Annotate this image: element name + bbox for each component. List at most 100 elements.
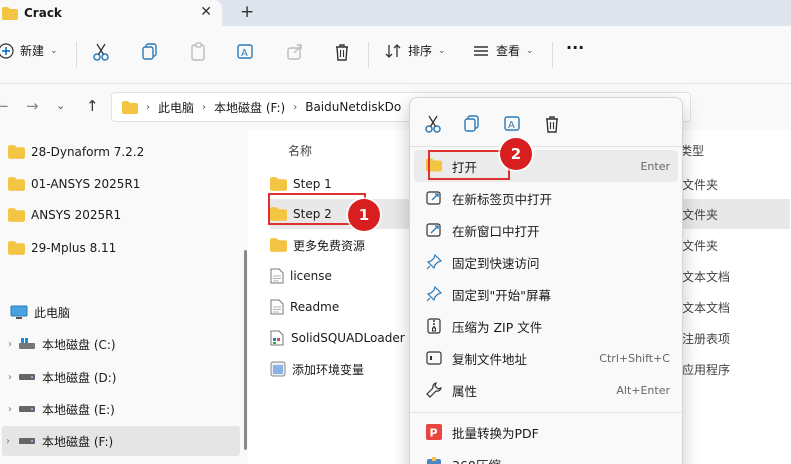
menu-item-copy-path[interactable]: 复制文件地址 Ctrl+Shift+C bbox=[414, 342, 678, 374]
nav-item-this-pc[interactable]: 此电脑 bbox=[10, 297, 248, 327]
delete-icon[interactable] bbox=[333, 42, 351, 62]
menu-item-label: 复制文件地址 bbox=[452, 351, 528, 367]
new-tab-icon bbox=[426, 191, 441, 205]
file-type: 文本文档 bbox=[682, 300, 731, 315]
chevron-down-icon: ⌄ bbox=[50, 45, 58, 56]
open-highlight-box bbox=[428, 150, 510, 180]
nav-item-label: 28-Dynaform 7.2.2 bbox=[31, 145, 145, 159]
menu-item-compress-zip[interactable]: 压缩为 ZIP 文件 bbox=[414, 310, 678, 342]
chevron-right-icon[interactable]: › bbox=[8, 339, 12, 350]
menu-item-batch-pdf[interactable]: P 批量转换为PDF bbox=[414, 416, 678, 448]
more-options-button[interactable]: ··· bbox=[566, 38, 584, 57]
folder-icon bbox=[8, 241, 25, 255]
file-type: 应用程序 bbox=[682, 362, 731, 377]
nav-item-drive-f[interactable]: › 本地磁盘 (F:) bbox=[2, 426, 240, 456]
menu-item-shortcut: Alt+Enter bbox=[616, 383, 670, 397]
cut-icon[interactable] bbox=[92, 42, 110, 62]
nav-item-drive-d[interactable]: › 本地磁盘 (D:) bbox=[8, 362, 248, 392]
up-arrow-icon[interactable]: ↑ bbox=[86, 97, 99, 115]
rename-icon[interactable]: A bbox=[236, 42, 256, 62]
new-tab-button[interactable]: + bbox=[240, 2, 254, 22]
nav-item-label: ANSYS 2025R1 bbox=[31, 208, 122, 222]
back-arrow-icon[interactable]: ← bbox=[0, 97, 9, 115]
breadcrumb-this-pc[interactable]: 此电脑 bbox=[158, 99, 194, 116]
app-icon bbox=[270, 361, 286, 377]
navigation-pane: 28-Dynaform 7.2.2 01-ANSYS 2025R1 ANSYS … bbox=[0, 130, 248, 464]
breadcrumb-separator-icon: › bbox=[146, 101, 150, 113]
file-name: 更多免费资源 bbox=[293, 238, 366, 253]
file-type: 文件夹 bbox=[682, 177, 719, 192]
breadcrumb-baidunetdisk[interactable]: BaiduNetdiskDo bbox=[305, 100, 401, 114]
toolbar-divider bbox=[552, 42, 553, 68]
breadcrumb-drive-f[interactable]: 本地磁盘 (F:) bbox=[214, 99, 285, 116]
chevron-down-icon: ⌄ bbox=[438, 45, 446, 56]
file-type: 文本文档 bbox=[682, 269, 731, 284]
zip-icon bbox=[427, 318, 441, 334]
nav-item-dynaform[interactable]: 28-Dynaform 7.2.2 bbox=[8, 137, 246, 167]
drive-icon bbox=[19, 438, 35, 444]
menu-item-360-compress[interactable]: 360压缩 bbox=[414, 448, 678, 464]
new-button[interactable]: 新建 ⌄ bbox=[0, 42, 58, 59]
view-button[interactable]: 查看 ⌄ bbox=[472, 42, 534, 59]
drive-icon bbox=[19, 406, 35, 412]
nav-item-mplus[interactable]: 29-Mplus 8.11 bbox=[8, 233, 246, 263]
cut-icon[interactable] bbox=[424, 114, 442, 134]
text-file-icon bbox=[270, 299, 284, 315]
file-name: Step 1 bbox=[293, 177, 332, 191]
svg-text:A: A bbox=[241, 48, 248, 59]
callout-badge-step2: 1 bbox=[348, 199, 380, 231]
nav-item-ansys[interactable]: ANSYS 2025R1 bbox=[8, 200, 246, 230]
nav-item-label: 本地磁盘 (E:) bbox=[42, 402, 115, 417]
menu-divider bbox=[410, 146, 682, 147]
menu-item-shortcut: Enter bbox=[640, 159, 670, 173]
column-header-name[interactable]: 名称 bbox=[288, 142, 312, 159]
pin-icon bbox=[426, 254, 442, 270]
sort-button[interactable]: 排序 ⌄ bbox=[384, 42, 446, 59]
nav-item-drive-e[interactable]: › 本地磁盘 (E:) bbox=[8, 394, 248, 424]
share-icon[interactable] bbox=[286, 42, 304, 62]
plus-circle-icon bbox=[0, 42, 14, 59]
menu-item-label: 固定到快速访问 bbox=[452, 255, 540, 271]
nav-item-label: 本地磁盘 (C:) bbox=[42, 337, 116, 352]
folder-icon bbox=[8, 208, 25, 222]
chevron-right-icon[interactable]: › bbox=[6, 436, 10, 447]
file-type: 文件夹 bbox=[682, 207, 719, 222]
delete-icon[interactable] bbox=[543, 114, 561, 134]
menu-item-shortcut: Ctrl+Shift+C bbox=[599, 351, 670, 365]
nav-item-ansys-01[interactable]: 01-ANSYS 2025R1 bbox=[8, 169, 246, 199]
copy-icon[interactable] bbox=[463, 114, 481, 134]
tab-crack[interactable]: Crack ✕ bbox=[0, 0, 222, 26]
monitor-icon bbox=[10, 305, 28, 319]
toolbar-divider bbox=[76, 42, 77, 68]
forward-arrow-icon[interactable]: → bbox=[26, 97, 39, 115]
file-name: 添加环境变量 bbox=[292, 362, 365, 377]
chevron-right-icon[interactable]: › bbox=[8, 372, 12, 383]
menu-item-open-new-window[interactable]: 在新窗口中打开 bbox=[414, 214, 678, 246]
nav-item-drive-c[interactable]: › 本地磁盘 (C:) bbox=[8, 329, 248, 359]
callout-badge-open: 2 bbox=[500, 138, 532, 170]
menu-item-pin-start[interactable]: 固定到"开始"屏幕 bbox=[414, 278, 678, 310]
recent-chevron-icon[interactable]: ⌄ bbox=[56, 99, 65, 112]
breadcrumb-separator-icon: › bbox=[293, 101, 298, 113]
chevron-down-icon: ⌄ bbox=[526, 45, 534, 56]
menu-item-pin-quick-access[interactable]: 固定到快速访问 bbox=[414, 246, 678, 278]
rename-icon[interactable]: A bbox=[503, 114, 523, 134]
sort-label: 排序 bbox=[408, 44, 433, 58]
copy-icon[interactable] bbox=[141, 42, 159, 62]
system-drive-icon bbox=[19, 338, 35, 349]
view-label: 查看 bbox=[496, 44, 521, 58]
nav-scrollbar[interactable] bbox=[244, 250, 247, 450]
folder-icon bbox=[8, 177, 25, 191]
new-window-icon bbox=[426, 223, 441, 237]
menu-divider bbox=[410, 412, 682, 413]
breadcrumb-separator-icon: › bbox=[202, 101, 207, 113]
menu-item-open-new-tab[interactable]: 在新标签页中打开 bbox=[414, 182, 678, 214]
tab-title: Crack bbox=[24, 6, 62, 20]
file-name: Readme bbox=[290, 300, 340, 314]
chevron-right-icon[interactable]: › bbox=[8, 404, 12, 415]
menu-item-properties[interactable]: 属性 Alt+Enter bbox=[414, 374, 678, 406]
new-label: 新建 bbox=[20, 44, 45, 58]
context-menu: A 打开 Enter 在新标签页中打开 在新窗口中打开 固定到快速访问 固定到"… bbox=[409, 97, 683, 464]
paste-icon[interactable] bbox=[190, 42, 208, 62]
close-tab-icon[interactable]: ✕ bbox=[200, 4, 212, 20]
